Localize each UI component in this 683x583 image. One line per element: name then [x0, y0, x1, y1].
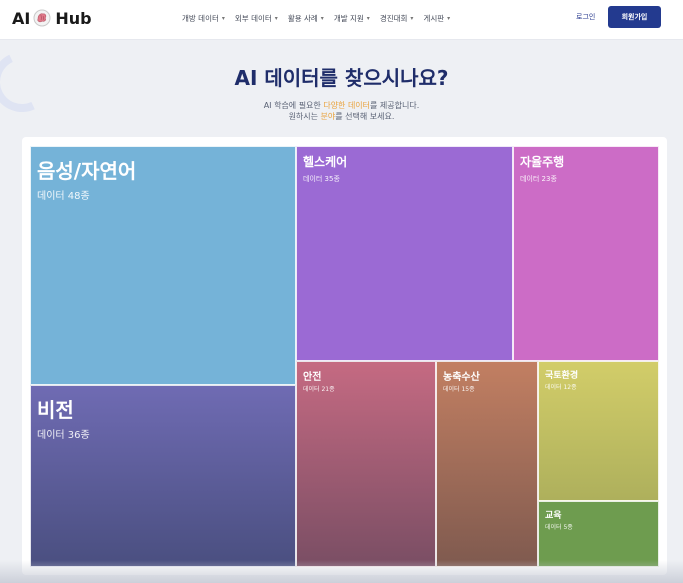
nav-item-label: 개방 데이터 [182, 14, 219, 23]
login-link[interactable]: 로그인 [576, 12, 595, 22]
tile-name: 국토환경 [545, 371, 579, 381]
chevron-down-icon: ▾ [410, 15, 414, 22]
tile-count: 데이터 5종 [545, 524, 573, 531]
nav-item-label: 경진대회 [379, 14, 408, 23]
treemap-tile-education[interactable]: 교육 데이터 5종 [538, 501, 659, 567]
nav-item-contest[interactable]: 경진대회 ▾ [380, 13, 414, 24]
treemap-tile-land-environment[interactable]: 국토환경 데이터 12종 [538, 361, 659, 501]
tile-name: 음성/자연어 [37, 159, 137, 183]
treemap-tile-vision[interactable]: 비전 데이터 36종 [30, 385, 296, 567]
hero-line1-text: AI 학습에 필요한 [263, 101, 324, 110]
chevron-down-icon: ▾ [221, 15, 225, 22]
chevron-down-icon: ▾ [274, 15, 278, 22]
nav-item-use-cases[interactable]: 활용 사례 ▾ [288, 13, 324, 24]
nav-item-external-data[interactable]: 외부 데이터 ▾ [235, 13, 278, 24]
tile-count: 데이터 21종 [303, 386, 335, 393]
hero-subtitle-line2: 원하시는 분야를 선택해 보세요. [0, 111, 683, 122]
nav-item-open-data[interactable]: 개방 데이터 ▾ [182, 13, 225, 24]
nav-item-label: 개발 지원 [333, 14, 364, 23]
tile-count: 데이터 36종 [37, 430, 90, 441]
tile-name: 비전 [37, 398, 74, 422]
logo-text-ai: AI [12, 8, 31, 28]
tile-name: 농축수산 [443, 372, 480, 383]
main-nav: 개방 데이터 ▾ 외부 데이터 ▾ 활용 사례 ▾ 개발 지원 ▾ 경진대회 ▾ 게시판 ▾ [182, 13, 460, 24]
hero-line2-text: 원하시는 [288, 112, 321, 121]
nav-item-label: 게시판 [423, 14, 445, 23]
hero-subtitle-line1: AI 학습에 필요한 다양한 데이터를 제공합니다. [0, 100, 683, 111]
aihub-logo[interactable]: AI Hub [12, 8, 92, 28]
tile-name: 교육 [545, 511, 562, 521]
signup-button[interactable]: 회원가입 [608, 6, 661, 28]
hero-line2-highlight: 분야 [320, 112, 336, 121]
chevron-down-icon: ▾ [366, 15, 370, 22]
treemap-tile-healthcare[interactable]: 헬스케어 데이터 35종 [296, 146, 513, 361]
treemap-tile-safety[interactable]: 안전 데이터 21종 [296, 361, 436, 567]
hero-line1-text-end: 를 제공합니다. [370, 101, 420, 110]
tile-count: 데이터 12종 [545, 384, 577, 391]
tile-name: 안전 [303, 372, 322, 383]
nav-item-board[interactable]: 게시판 ▾ [423, 13, 450, 24]
treemap-tile-voice-language[interactable]: 음성/자연어 데이터 48종 [30, 146, 296, 385]
tile-name: 헬스케어 [303, 155, 348, 169]
treemap-tile-autonomous-driving[interactable]: 자율주행 데이터 23종 [513, 146, 659, 361]
tile-count: 데이터 15종 [443, 386, 475, 393]
brain-icon [32, 8, 52, 28]
hero-line2-text-end: 를 선택해 보세요. [335, 112, 395, 121]
tile-name: 자율주행 [520, 155, 565, 169]
hero-line1-highlight: 다양한 데이터 [323, 101, 371, 110]
nav-item-label: 외부 데이터 [234, 14, 272, 23]
chevron-down-icon: ▾ [320, 15, 324, 22]
page-title: AI 데이터를 찾으시나요? [234, 66, 449, 90]
tile-count: 데이터 48종 [37, 191, 90, 202]
chevron-down-icon: ▾ [447, 15, 451, 22]
tile-count: 데이터 23종 [520, 175, 557, 183]
nav-item-label: 활용 사례 [287, 14, 318, 23]
top-header: AI Hub 개방 데이터 ▾ 외부 데이터 ▾ 활용 사례 ▾ 개발 지원 ▾ 경진대… [0, 0, 683, 40]
category-treemap: 음성/자연어 데이터 48종 비전 데이터 36종 헬스케어 데이터 35종 자… [22, 137, 667, 575]
tile-count: 데이터 35종 [303, 175, 340, 183]
logo-text-hub: Hub [55, 8, 92, 28]
nav-item-dev-support[interactable]: 개발 지원 ▾ [334, 13, 370, 24]
treemap-tile-agriculture[interactable]: 농축수산 데이터 15종 [436, 361, 538, 567]
